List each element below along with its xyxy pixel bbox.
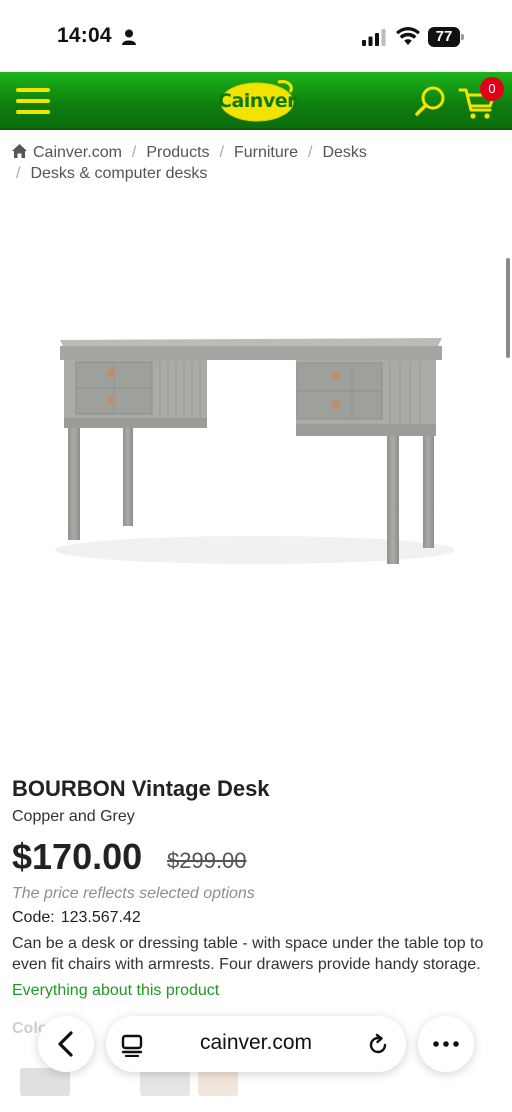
product-title: BOURBON Vintage Desk (12, 776, 270, 801)
status-bar: 14:04 77 (0, 0, 512, 72)
scrollbar-thumb[interactable] (506, 258, 510, 358)
breadcrumb-home-label: Cainver.com (33, 144, 122, 161)
breadcrumb: Cainver.com / Products / Furniture / Desks / Des… (12, 142, 502, 184)
breadcrumb-separator: / (131, 144, 137, 161)
battery-level: 77 (435, 28, 453, 45)
search-icon[interactable] (414, 84, 448, 118)
product-code: Code: 123.567.42 (12, 909, 141, 927)
browser-toolbar: cainver.com (0, 1010, 512, 1080)
back-button[interactable] (38, 1016, 94, 1072)
wifi-icon (396, 27, 420, 45)
product-image[interactable] (0, 200, 512, 760)
hamburger-menu-icon[interactable] (16, 86, 52, 116)
breadcrumb-computer-desks[interactable]: Desks & computer desks (30, 165, 207, 182)
person-icon (122, 29, 136, 45)
address-text: cainver.com (199, 1031, 313, 1054)
breadcrumb-separator: / (308, 144, 313, 161)
battery-indicator: 77 (428, 27, 464, 47)
cart-count-badge[interactable]: 0 (480, 77, 504, 101)
product-details-link[interactable]: Everything about this product (12, 982, 219, 1000)
breadcrumb-desks[interactable]: Desks (322, 144, 366, 161)
price-original: $299.00 (167, 848, 247, 873)
reload-icon[interactable] (366, 1033, 390, 1057)
more-options-button[interactable] (418, 1016, 474, 1072)
breadcrumb-furniture[interactable]: Furniture (234, 144, 298, 161)
price-current: $170.00 (12, 836, 143, 877)
logo-text: Cainver (218, 90, 296, 112)
breadcrumb-products[interactable]: Products (146, 144, 209, 161)
product-description: Can be a desk or dressing table - with s… (12, 935, 484, 973)
price-note: The price reflects selected options (12, 885, 255, 902)
ellipsis-icon (433, 1041, 459, 1047)
breadcrumb-separator: / (219, 144, 224, 161)
address-bar[interactable]: cainver.com (106, 1016, 406, 1072)
product-variant: Copper and Grey (12, 808, 135, 825)
status-time: 14:04 (57, 24, 112, 47)
chevron-left-icon (58, 1031, 73, 1057)
cellular-signal-icon (362, 29, 386, 46)
site-logo[interactable]: Cainver (218, 78, 296, 124)
product-code-value: 123.567.42 (60, 909, 141, 926)
home-icon (12, 144, 27, 158)
product-code-label: Code: (12, 909, 55, 926)
breadcrumb-separator: / (16, 165, 21, 182)
site-header: Cainver (0, 72, 512, 130)
breadcrumb-home[interactable]: Cainver.com (12, 144, 122, 161)
